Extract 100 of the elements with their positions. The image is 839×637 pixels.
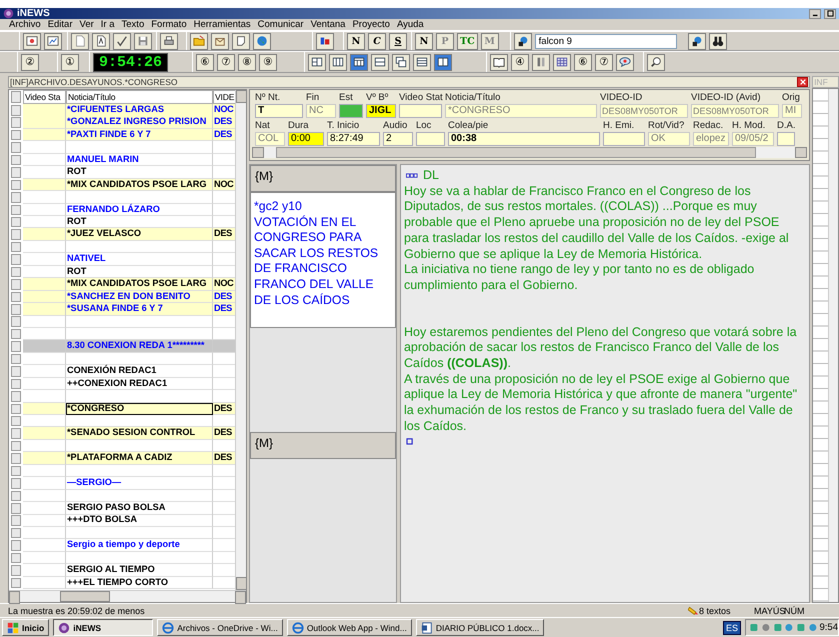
table-row[interactable]: *SUSANA FINDE 6 Y 7 DES [8, 303, 235, 316]
horizontal-scrollbar[interactable] [252, 147, 807, 158]
start-button[interactable]: Inicio [2, 619, 50, 636]
table-row[interactable]: MANUEL MARIN [8, 154, 235, 166]
input-field[interactable]: 2 [382, 132, 413, 146]
maximize-button[interactable] [824, 8, 836, 18]
row-selector[interactable] [10, 503, 21, 514]
table-row[interactable]: FERNANDO LÁZARO [8, 204, 235, 216]
toolbar-button[interactable]: ⑥ [196, 54, 214, 70]
toolbar-button[interactable] [616, 54, 634, 70]
menu-item[interactable]: Formato [151, 19, 187, 30]
table-row[interactable]: NATIVEL [8, 253, 235, 266]
menu-item[interactable]: Editar [48, 19, 73, 30]
toolbar-button[interactable] [92, 32, 110, 50]
row-selector[interactable] [10, 316, 21, 327]
table-row[interactable]: Sergio a tiempo y deporte [8, 539, 235, 552]
table-row[interactable]: *PLATAFORMA A CADIZ DES [8, 452, 235, 465]
row-selector[interactable] [10, 540, 21, 551]
toolbar-button[interactable] [23, 32, 41, 50]
toolbar-button[interactable] [434, 54, 452, 70]
menu-item[interactable]: Ver [80, 19, 94, 30]
toolbar-button[interactable]: ⑨ [259, 54, 277, 70]
input-field[interactable]: 8:27:49 [326, 132, 380, 146]
table-row[interactable]: 8.30 CONEXION REDA 1********* [8, 340, 235, 353]
row-selector[interactable] [10, 304, 21, 314]
table-row[interactable]: CONEXIÓN REDAC1 [8, 365, 235, 378]
row-selector[interactable] [10, 130, 21, 140]
toolbar-button[interactable]: ⑥ [574, 54, 592, 70]
close-button[interactable] [797, 77, 808, 87]
toolbar-button[interactable]: ① [61, 54, 79, 70]
table-row[interactable]: *SANCHEZ EN DON BENITO DES [8, 290, 235, 303]
row-selector[interactable] [10, 254, 21, 265]
row-selector[interactable] [10, 578, 21, 588]
row-selector[interactable] [10, 478, 21, 489]
row-selector[interactable] [10, 229, 21, 240]
row-selector[interactable] [10, 565, 21, 576]
row-selector[interactable] [10, 466, 21, 476]
row-selector[interactable] [10, 279, 21, 290]
toolbar-button[interactable] [308, 54, 326, 70]
row-selector[interactable] [10, 204, 21, 215]
input-field[interactable] [398, 104, 442, 118]
toolbar-button[interactable]: TC [457, 32, 478, 50]
toolbar-button[interactable] [688, 32, 706, 50]
input-field[interactable]: T [254, 104, 303, 118]
row-selector[interactable] [10, 416, 21, 426]
row-selector[interactable] [10, 180, 21, 190]
toolbar-button[interactable]: N [415, 32, 433, 50]
toolbar-button[interactable]: N [347, 32, 365, 50]
table-row[interactable]: —SERGIO— [8, 477, 235, 490]
menu-item[interactable]: Proyecto [352, 19, 390, 30]
taskbar-button[interactable]: DIARIO PÚBLICO 1.docx... [416, 619, 544, 636]
toolbar-button[interactable] [113, 32, 131, 50]
table-row[interactable]: ++CONEXION REDAC1 [8, 378, 235, 390]
taskbar-button[interactable]: Archivos - OneDrive - Wi... [157, 619, 283, 636]
toolbar-button[interactable]: ⑦ [595, 54, 613, 70]
toolbar-button[interactable]: ⑧ [238, 54, 256, 70]
row-selector[interactable] [10, 292, 21, 302]
toolbar-button[interactable] [490, 54, 508, 70]
table-row[interactable]: *MIX CANDIDATOS PSOE LARG NOC [8, 278, 235, 291]
row-selector[interactable] [10, 105, 21, 116]
toolbar-button[interactable] [413, 54, 431, 70]
table-row[interactable]: *MIX CANDIDATOS PSOE LARG NOC [8, 178, 235, 192]
toolbar-button[interactable]: ② [21, 54, 39, 70]
row-selector[interactable] [10, 354, 21, 364]
input-field[interactable] [416, 132, 445, 146]
toolbar-button[interactable] [44, 32, 62, 50]
table-row[interactable]: *GONZALEZ INGRESO PRISION DES [8, 116, 235, 129]
table-row[interactable]: +++DTO BOLSA [8, 514, 235, 527]
input-field[interactable]: 0:00 [288, 132, 324, 146]
table-row[interactable]: SERGIO AL TIEMPO [8, 564, 235, 577]
row-selector[interactable] [10, 192, 21, 202]
row-selector[interactable] [10, 167, 21, 178]
row-selector[interactable] [10, 490, 21, 501]
table-row[interactable]: *SENADO SESION CONTROL DES [8, 427, 235, 440]
row-selector[interactable] [10, 242, 21, 252]
column-header[interactable]: Video Sta [22, 90, 66, 104]
language-indicator[interactable]: ES [722, 620, 741, 634]
toolbar-button[interactable]: ⑦ [217, 54, 235, 70]
input-field[interactable] [338, 104, 363, 118]
row-selector[interactable] [10, 216, 21, 228]
row-selector[interactable] [10, 552, 21, 564]
menu-item[interactable]: Ir a [100, 19, 115, 30]
row-selector[interactable] [10, 341, 21, 352]
row-selector[interactable] [10, 515, 21, 526]
toolbar-button[interactable] [329, 54, 347, 70]
search-field[interactable]: falcon 9 [534, 34, 677, 48]
toolbar-button[interactable]: C [368, 32, 386, 50]
table-row[interactable]: +++EL TIEMPO CORTO [8, 576, 235, 590]
row-selector[interactable] [10, 404, 21, 414]
toolbar-button[interactable] [647, 54, 665, 70]
input-field[interactable] [602, 132, 645, 146]
row-selector[interactable] [10, 378, 21, 390]
toolbar-button[interactable] [708, 32, 727, 50]
row-selector[interactable] [10, 440, 21, 452]
row-selector[interactable] [10, 266, 21, 278]
toolbar-button[interactable] [350, 54, 368, 70]
taskbar-button[interactable]: iNEWS [53, 619, 154, 636]
column-header[interactable]: Noticia/Título [66, 90, 213, 104]
menu-item[interactable]: Comunicar [258, 19, 304, 30]
row-selector[interactable] [10, 142, 21, 153]
